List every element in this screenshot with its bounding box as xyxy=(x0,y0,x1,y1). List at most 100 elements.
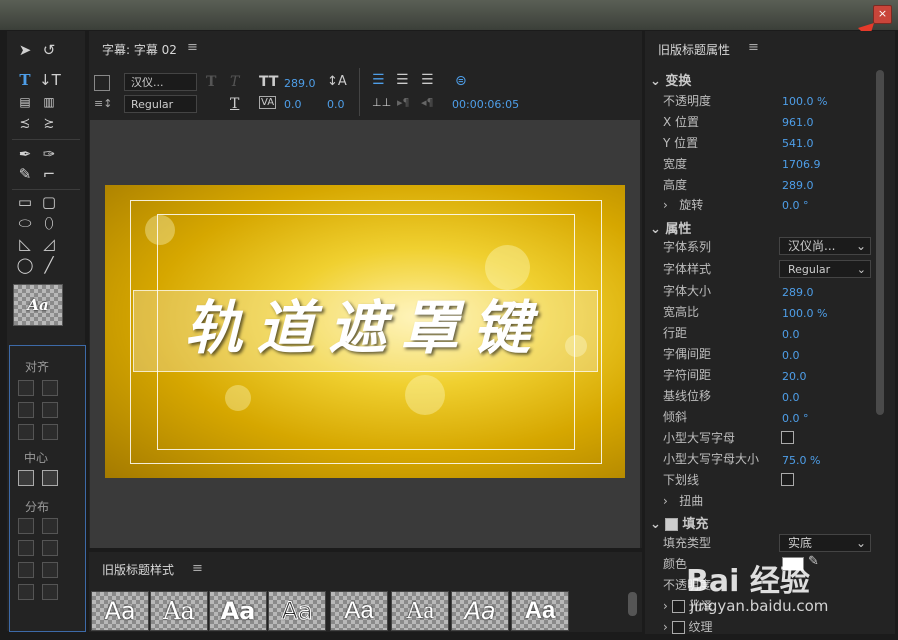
center-vertical-icon[interactable] xyxy=(42,470,58,486)
arc-tool-icon[interactable]: ◿ xyxy=(39,235,59,253)
font-family-dropdown[interactable]: 汉仪... xyxy=(124,73,197,91)
aspect-value[interactable]: 100.0 % xyxy=(782,307,827,320)
fill-type-select-value: 实底 xyxy=(788,536,813,550)
distribute-vcenter-icon[interactable] xyxy=(42,540,58,556)
texture-row[interactable]: › 纹理 xyxy=(663,618,712,635)
rotation-value[interactable]: 0.0 ° xyxy=(782,199,809,212)
fill-checkbox[interactable] xyxy=(665,518,679,531)
rotation-row[interactable]: › 旋转 xyxy=(663,196,703,213)
rounded-corner-tool-icon[interactable]: ⬯ xyxy=(39,214,59,232)
kerning-value[interactable]: 0.0 xyxy=(284,98,302,111)
kerning-prop-value[interactable]: 0.0 xyxy=(782,349,800,362)
align-right-icon[interactable] xyxy=(18,424,34,440)
title-text[interactable]: 轨道遮罩键 xyxy=(133,283,596,373)
attributes-section-header[interactable]: ⌄ 属性 xyxy=(650,218,691,237)
align-bottom-icon[interactable] xyxy=(42,424,58,440)
style-swatch[interactable]: Aa xyxy=(91,591,149,631)
line-tool-icon[interactable]: ╱ xyxy=(39,256,59,274)
chevron-down-icon: ⌄ xyxy=(650,74,666,89)
opacity-value[interactable]: 100.0 % xyxy=(782,95,827,108)
tab-stops-ruler-icon[interactable]: ⊥⊥ xyxy=(372,96,391,109)
align-text-right-icon[interactable]: ☰ xyxy=(421,72,434,88)
smallcaps-checkbox[interactable] xyxy=(781,431,794,444)
y-position-value[interactable]: 541.0 xyxy=(782,137,814,150)
align-top-icon[interactable] xyxy=(42,380,58,396)
font-size-prop-value[interactable]: 289.0 xyxy=(782,286,814,299)
align-text-center-icon[interactable]: ☰ xyxy=(396,72,409,88)
align-left-icon[interactable] xyxy=(18,380,34,396)
italic-icon[interactable]: T xyxy=(230,74,239,90)
vertical-area-type-tool-icon[interactable]: ▥ xyxy=(39,93,59,111)
sheen-checkbox[interactable] xyxy=(671,600,685,613)
outdent-icon[interactable]: ◂¶ xyxy=(421,96,434,109)
properties-menu-icon[interactable]: ≡ xyxy=(748,40,759,55)
convert-anchor-tool-icon[interactable]: ⌐ xyxy=(39,165,59,183)
style-swatch[interactable]: Aa xyxy=(268,591,326,631)
font-size-value[interactable]: 289.0 xyxy=(284,77,316,90)
align-vcenter-icon[interactable] xyxy=(42,402,58,418)
fill-section-header[interactable]: ⌄ 填充 xyxy=(650,513,708,532)
leading-value[interactable]: 0.0 xyxy=(327,98,345,111)
vertical-path-type-tool-icon[interactable]: ≿ xyxy=(39,115,59,133)
transform-section-header[interactable]: ⌄ 变换 xyxy=(650,70,691,89)
show-background-icon[interactable] xyxy=(94,75,110,91)
distribute-bottom-icon[interactable] xyxy=(42,562,58,578)
distort-row[interactable]: › 扭曲 xyxy=(663,492,703,509)
fill-type-select[interactable]: 实底 ⌄ xyxy=(779,534,871,552)
type-tool-icon[interactable]: T xyxy=(15,71,35,89)
align-hcenter-icon[interactable] xyxy=(18,402,34,418)
style-swatch[interactable]: Aa xyxy=(451,591,509,631)
selection-tool-icon[interactable]: ➤ xyxy=(15,41,35,59)
width-value[interactable]: 1706.9 xyxy=(782,158,821,171)
kerning-label: 字偶间距 xyxy=(663,347,712,361)
font-family-select[interactable]: 汉仪尚... ⌄ xyxy=(779,237,871,255)
distribute-top-icon[interactable] xyxy=(42,518,58,534)
style-swatch[interactable]: Aa xyxy=(150,591,208,631)
area-type-tool-icon[interactable]: ▤ xyxy=(15,93,35,111)
clipped-rectangle-tool-icon[interactable]: ▢ xyxy=(39,193,59,211)
properties-scrollbar[interactable] xyxy=(876,70,884,415)
baseline-value[interactable]: 0.0 xyxy=(782,391,800,404)
tab-stops-icon[interactable]: ≡↕ xyxy=(94,97,112,110)
distribute-right-icon[interactable] xyxy=(18,562,34,578)
panel-menu-icon[interactable]: ≡ xyxy=(187,40,198,55)
x-position-value[interactable]: 961.0 xyxy=(782,116,814,129)
style-swatch[interactable]: Aa xyxy=(391,591,449,631)
delete-anchor-tool-icon[interactable]: ✑ xyxy=(39,145,59,163)
rotation-tool-icon[interactable]: ↺ xyxy=(39,41,59,59)
underline-checkbox[interactable] xyxy=(781,473,794,486)
height-value[interactable]: 289.0 xyxy=(782,179,814,192)
distribute-vspace-icon[interactable] xyxy=(42,584,58,600)
font-style-dropdown[interactable]: Regular xyxy=(124,95,197,113)
wedge-tool-icon[interactable]: ◺ xyxy=(15,235,35,253)
bold-icon[interactable]: T xyxy=(206,74,216,90)
texture-checkbox[interactable] xyxy=(671,621,685,634)
rectangle-tool-icon[interactable]: ▭ xyxy=(15,193,35,211)
styles-menu-icon[interactable]: ≡ xyxy=(192,561,203,576)
align-text-left-icon[interactable]: ☰ xyxy=(372,72,385,88)
add-anchor-tool-icon[interactable]: ✎ xyxy=(15,165,35,183)
distribute-left-icon[interactable] xyxy=(18,518,34,534)
center-horizontal-icon[interactable] xyxy=(18,470,34,486)
underline-icon[interactable]: T xyxy=(230,96,239,112)
vertical-type-tool-icon[interactable]: ↓T xyxy=(39,71,61,89)
current-style-preview: Aa xyxy=(13,284,63,326)
style-swatch[interactable]: Aa xyxy=(330,591,388,631)
rounded-rectangle-tool-icon[interactable]: ⬭ xyxy=(15,214,35,232)
timecode-display[interactable]: 00:00:06:05 xyxy=(452,98,519,111)
style-swatch[interactable]: Aa xyxy=(511,591,569,631)
slant-value[interactable]: 0.0 ° xyxy=(782,412,809,425)
path-type-tool-icon[interactable]: ≾ xyxy=(15,115,35,133)
smallcaps-size-value[interactable]: 75.0 % xyxy=(782,454,820,467)
distribute-hspace-icon[interactable] xyxy=(18,584,34,600)
style-swatch[interactable]: Aa xyxy=(209,591,267,631)
ellipse-tool-icon[interactable]: ◯ xyxy=(15,256,35,274)
pen-tool-icon[interactable]: ✒ xyxy=(15,145,35,163)
distribute-hcenter-icon[interactable] xyxy=(18,540,34,556)
font-style-select[interactable]: Regular ⌄ xyxy=(779,260,871,278)
playhead-sync-icon[interactable]: ⊜ xyxy=(455,73,467,89)
indent-icon[interactable]: ▸¶ xyxy=(397,96,410,109)
leading-prop-value[interactable]: 0.0 xyxy=(782,328,800,341)
tracking-value[interactable]: 20.0 xyxy=(782,370,807,383)
styles-scrollbar[interactable] xyxy=(628,592,637,616)
